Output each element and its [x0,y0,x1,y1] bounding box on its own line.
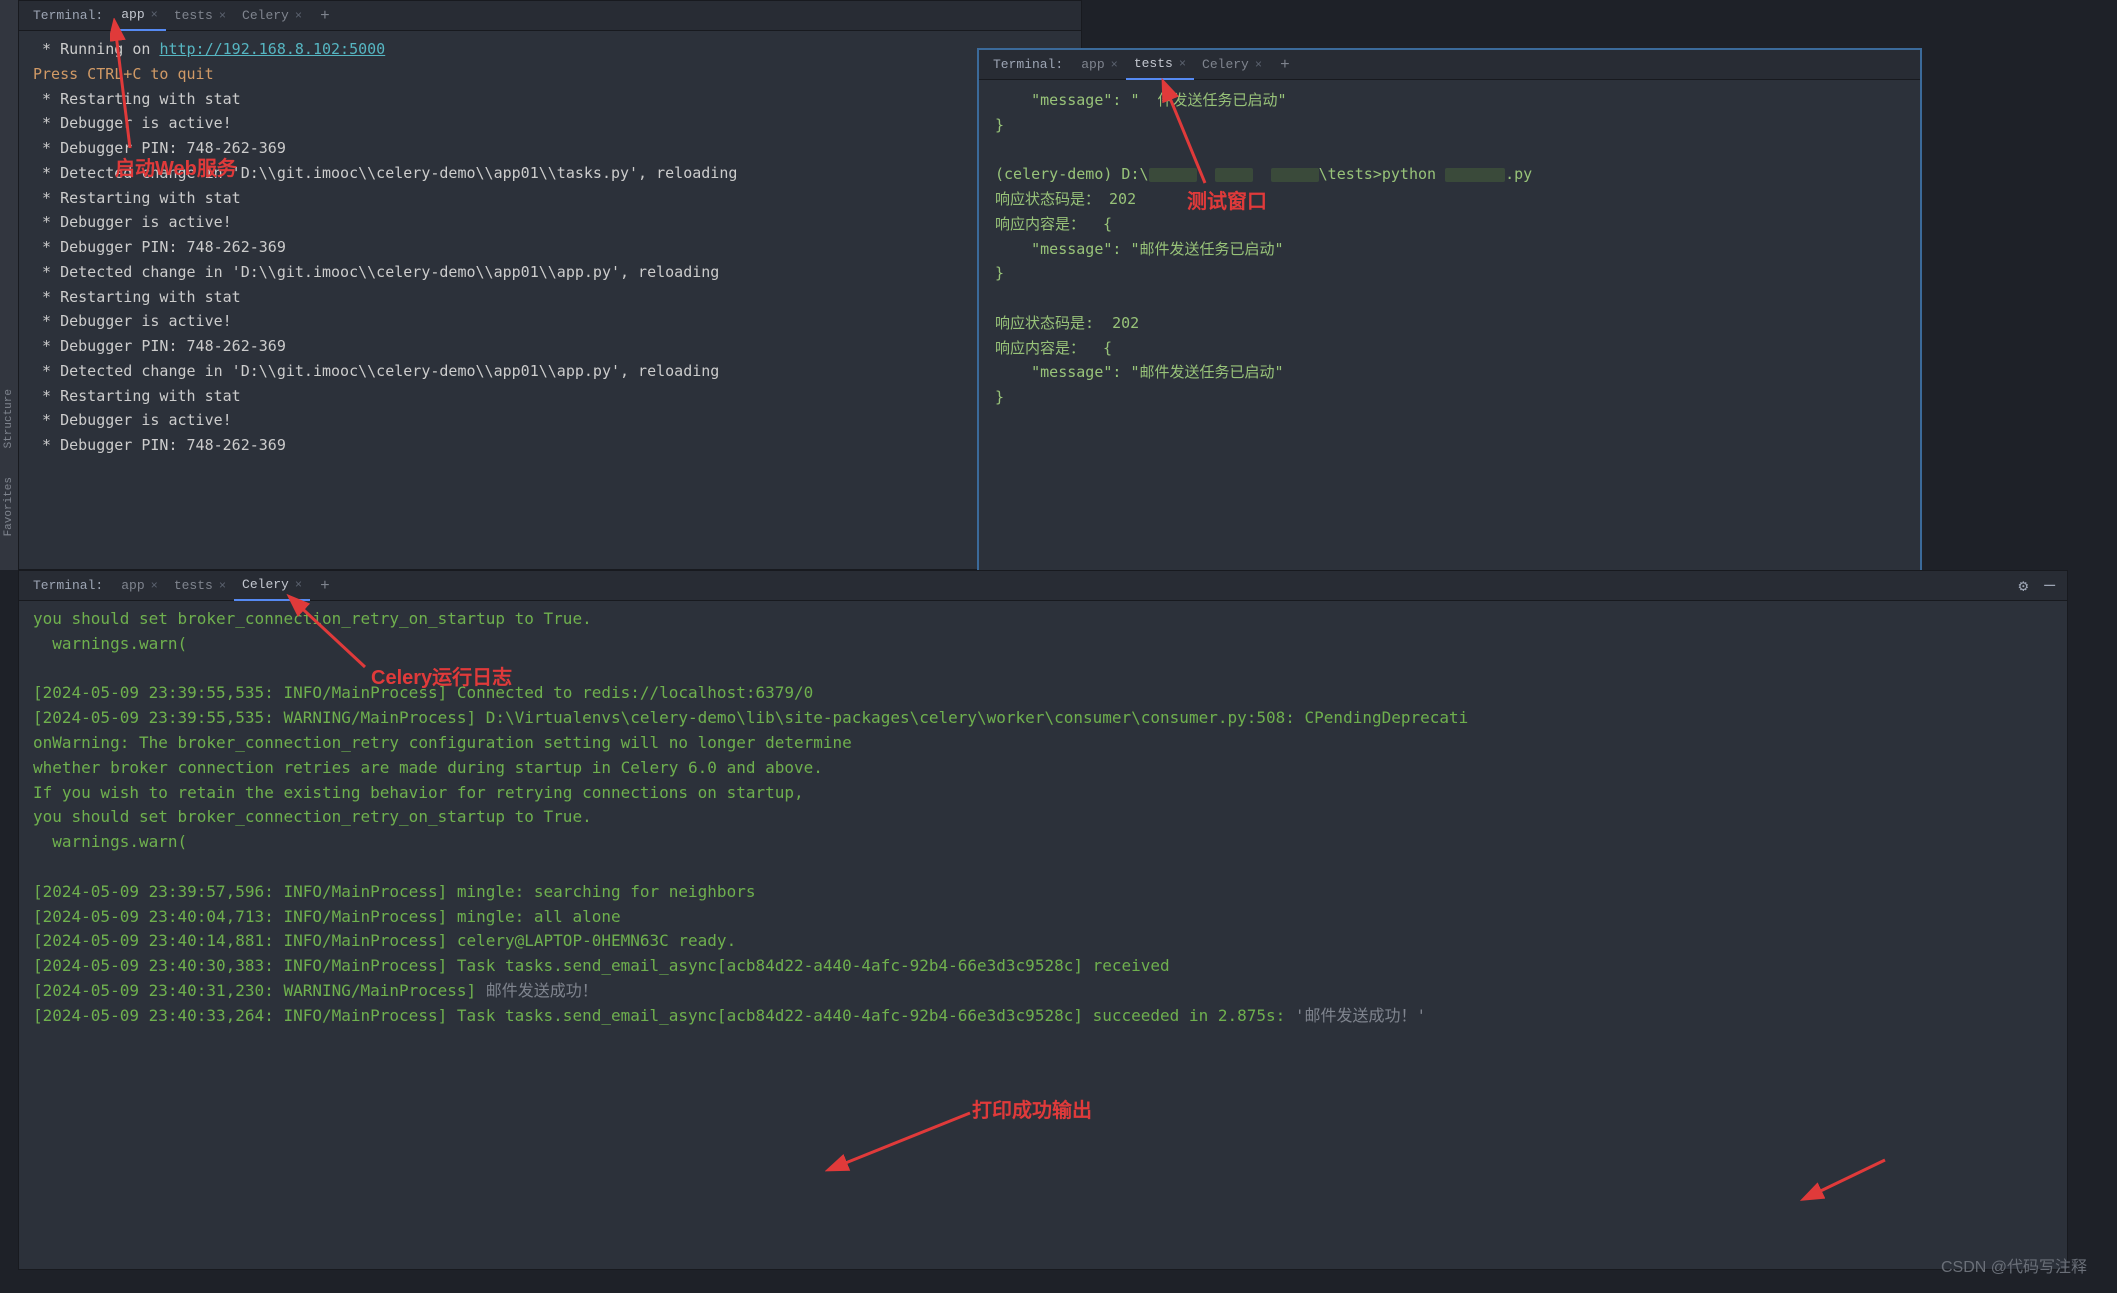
close-icon[interactable]: × [151,579,158,593]
tab-bar: Terminal: app× tests× Celery× + [19,1,1081,31]
terminal-label: Terminal: [23,8,113,23]
close-icon[interactable]: × [219,9,226,23]
close-icon[interactable]: × [219,579,226,593]
terminal-panel-tests: Terminal: app× tests× Celery× + "message… [977,48,1922,588]
minimize-icon[interactable]: — [2036,576,2063,596]
terminal-label: Terminal: [983,57,1073,72]
close-icon[interactable]: × [1179,57,1186,71]
tab-tests[interactable]: tests× [1126,50,1194,80]
terminal-panel-celery: Terminal: app× tests× Celery× + ⚙ — you … [18,570,2068,1270]
add-tab-button[interactable]: + [310,577,340,595]
tab-bar: Terminal: app× tests× Celery× + [979,50,1920,80]
watermark: CSDN @代码写注释 [1941,1253,2087,1277]
close-icon[interactable]: × [295,9,302,23]
tab-celery[interactable]: Celery× [1194,50,1270,80]
censored-text [1271,168,1319,182]
sidetab-favorites[interactable]: Favorites [3,473,15,540]
terminal-output: * Running on http://192.168.8.102:5000 P… [19,31,1081,464]
censored-text [1215,168,1253,182]
close-icon[interactable]: × [1255,58,1262,72]
terminal-panel-app: Terminal: app× tests× Celery× + * Runnin… [18,0,1082,570]
tab-app[interactable]: app× [113,571,166,601]
terminal-output: "message": " 件发送任务已启动" } (celery-demo) D… [979,80,1920,418]
add-tab-button[interactable]: + [310,7,340,25]
tab-tests[interactable]: tests× [166,571,234,601]
close-icon[interactable]: × [151,8,158,22]
censored-text [1445,168,1505,182]
tab-tests[interactable]: tests× [166,1,234,31]
gear-icon[interactable]: ⚙ [2011,576,2037,596]
ide-left-gutter: Structure Favorites [0,0,18,570]
tab-app[interactable]: app× [113,1,166,31]
terminal-output: you should set broker_connection_retry_o… [19,601,2067,1035]
close-icon[interactable]: × [295,578,302,592]
add-tab-button[interactable]: + [1270,56,1300,74]
tab-celery[interactable]: Celery× [234,1,310,31]
censored-text [1149,168,1197,182]
tab-celery[interactable]: Celery× [234,571,310,601]
tab-bar: Terminal: app× tests× Celery× + ⚙ — [19,571,2067,601]
close-icon[interactable]: × [1111,58,1118,72]
terminal-label: Terminal: [23,578,113,593]
sidetab-structure[interactable]: Structure [3,385,15,452]
server-url-link[interactable]: http://192.168.8.102:5000 [159,40,385,58]
tab-app[interactable]: app× [1073,50,1126,80]
